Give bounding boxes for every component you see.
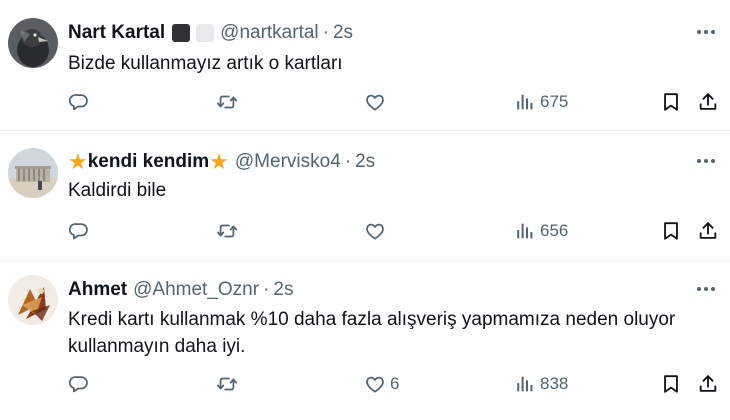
- separator: ·: [322, 22, 329, 43]
- star-icon: ★: [209, 149, 229, 174]
- retweet-icon: [216, 91, 238, 113]
- display-name[interactable]: Nart Kartal: [68, 22, 165, 44]
- bookmark-button[interactable]: [660, 370, 682, 398]
- reply-icon: [68, 91, 90, 113]
- reply-button[interactable]: [68, 370, 90, 398]
- timestamp[interactable]: 2s: [273, 279, 293, 301]
- action-bar: 656: [68, 217, 730, 245]
- separator: ·: [263, 279, 270, 300]
- views-button[interactable]: 838: [514, 370, 568, 398]
- more-icon[interactable]: [694, 277, 718, 301]
- retweet-button[interactable]: [216, 88, 238, 116]
- username[interactable]: @nartkartal: [220, 22, 319, 44]
- views-icon: [514, 220, 536, 242]
- retweet-button[interactable]: [216, 217, 238, 245]
- timestamp[interactable]: 2s: [333, 22, 353, 44]
- action-bar: 675: [68, 88, 730, 116]
- share-icon: [697, 220, 719, 242]
- view-count: 838: [540, 374, 569, 393]
- share-button[interactable]: [697, 370, 719, 398]
- timestamp[interactable]: 2s: [355, 151, 375, 173]
- like-button[interactable]: [364, 217, 390, 245]
- like-icon: [364, 91, 386, 113]
- retweet-icon: [216, 220, 238, 242]
- username[interactable]: @Mervisko4: [235, 151, 341, 173]
- like-button[interactable]: 6: [364, 370, 399, 398]
- views-button[interactable]: 675: [514, 88, 568, 116]
- action-bar: 6 838: [68, 370, 730, 398]
- more-icon[interactable]: [694, 20, 718, 44]
- views-icon: [514, 373, 536, 395]
- star-icon: ★: [68, 149, 88, 174]
- bookmark-icon: [660, 91, 682, 113]
- avatar[interactable]: [8, 275, 58, 325]
- reply-button[interactable]: [68, 217, 90, 245]
- bookmark-button[interactable]: [660, 217, 682, 245]
- retweet-icon: [216, 373, 238, 395]
- like-icon: [364, 220, 386, 242]
- reply-button[interactable]: [68, 88, 90, 116]
- dark-square-badge: [172, 24, 191, 42]
- light-square-badge: [196, 24, 215, 42]
- avatar[interactable]: [8, 148, 58, 198]
- more-icon[interactable]: [694, 149, 718, 173]
- tweet-text: Kredi kartı kullanmak %10 daha fazla alı…: [68, 309, 676, 357]
- views-icon: [514, 91, 536, 113]
- bookmark-icon: [660, 220, 682, 242]
- views-button[interactable]: 656: [514, 217, 568, 245]
- reply-icon: [68, 220, 90, 242]
- tweet-card[interactable]: Ahmet @Ahmet_Oznr · 2s Kredi kartı kulla…: [0, 261, 730, 420]
- tweet-header: Nart Kartal @nartkartal · 2s: [68, 21, 353, 45]
- share-button[interactable]: [697, 217, 719, 245]
- avatar[interactable]: [8, 18, 58, 68]
- bookmark-button[interactable]: [660, 88, 682, 116]
- tweet-text: Bizde kullanmayız artık o kartları: [68, 53, 343, 74]
- tweet-header: Ahmet @Ahmet_Oznr · 2s: [68, 278, 293, 302]
- retweet-button[interactable]: [216, 370, 238, 398]
- view-count: 675: [540, 92, 569, 111]
- share-icon: [697, 373, 719, 395]
- tweet-card[interactable]: ★ kendi kendim ★ @Mervisko4 · 2s Kaldird…: [0, 131, 730, 261]
- display-name[interactable]: Ahmet: [68, 279, 127, 301]
- display-name[interactable]: kendi kendim: [88, 151, 209, 173]
- tweet-card[interactable]: Nart Kartal @nartkartal · 2s Bizde kulla…: [0, 0, 730, 131]
- like-count: 6: [390, 374, 400, 393]
- username[interactable]: @Ahmet_Oznr: [133, 279, 259, 301]
- tweet-header: ★ kendi kendim ★ @Mervisko4 · 2s: [68, 150, 375, 174]
- share-button[interactable]: [697, 88, 719, 116]
- bookmark-icon: [660, 373, 682, 395]
- separator: ·: [344, 151, 352, 172]
- reply-icon: [68, 373, 90, 395]
- view-count: 656: [540, 221, 569, 240]
- like-button[interactable]: [364, 88, 390, 116]
- tweet-text: Kaldirdi bile: [68, 180, 167, 201]
- share-icon: [697, 91, 719, 113]
- like-icon: [364, 373, 386, 395]
